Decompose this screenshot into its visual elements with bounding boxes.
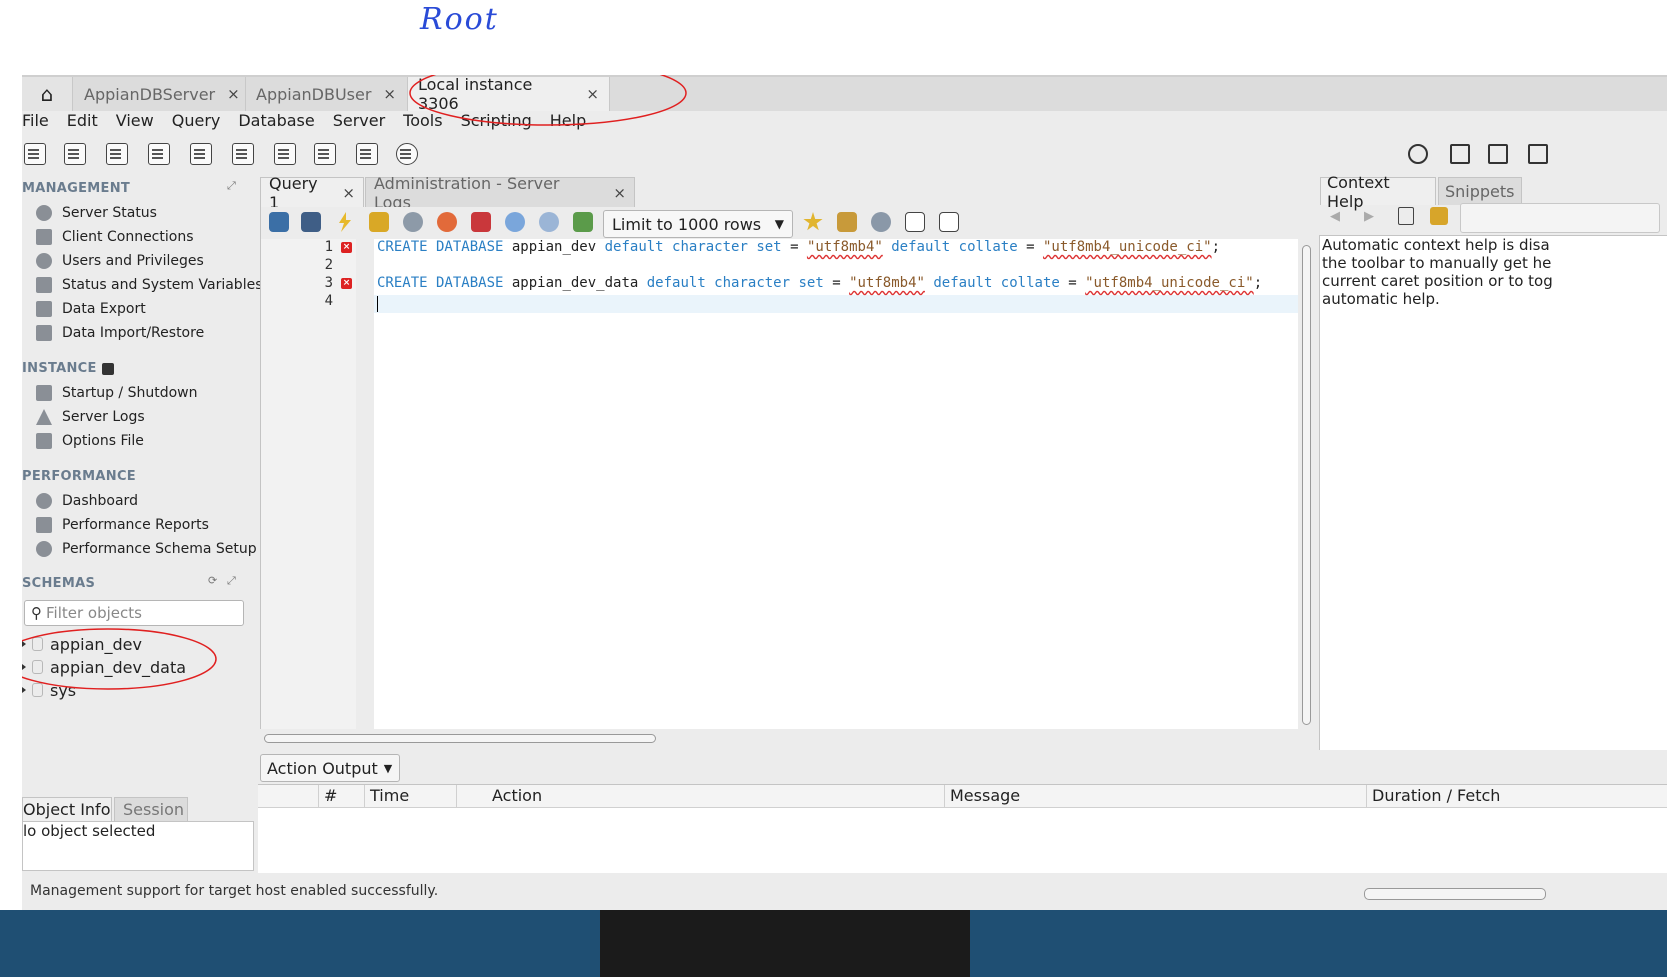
action-output-table: # Time Action Message Duration / Fetch: [258, 784, 1667, 873]
progress-indicator: [1364, 888, 1546, 900]
object-info-panel: lo object selected: [22, 821, 254, 871]
auto-help-icon[interactable]: [1430, 207, 1448, 225]
annotation-circle-tab: [409, 75, 687, 126]
os-taskbar: [0, 910, 1667, 977]
tab-query-1[interactable]: Query 1 ×: [260, 174, 364, 212]
code-line-3: CREATE DATABASE appian_dev_data default …: [377, 275, 1263, 291]
close-icon[interactable]: ×: [342, 184, 355, 202]
chevron-down-icon: ▼: [774, 217, 784, 231]
chevron-down-icon: ▼: [383, 761, 393, 775]
column-header-action[interactable]: Action: [492, 786, 542, 805]
tab-label: Administration - Server Logs: [374, 173, 560, 212]
line-number: 1: [324, 239, 333, 255]
execute-current-icon[interactable]: [369, 212, 389, 232]
error-marker-icon[interactable]: ×: [341, 242, 352, 253]
column-header-message[interactable]: Message: [950, 786, 1020, 805]
editor-toolbar: Limit to 1000 rows ▼: [260, 207, 1317, 239]
object-info-empty-text: lo object selected: [23, 822, 156, 840]
find-icon[interactable]: [871, 212, 891, 232]
column-separator: [944, 785, 945, 807]
status-message: Management support for target host enabl…: [30, 883, 439, 899]
beautify-icon[interactable]: [837, 212, 857, 232]
column-header-time[interactable]: Time: [370, 786, 409, 805]
tab-snippets[interactable]: Snippets: [1438, 177, 1522, 205]
line-number: 3: [324, 275, 333, 291]
tab-session[interactable]: Session: [114, 797, 188, 821]
annotation-circle-schemas: [22, 628, 217, 690]
save-icon[interactable]: [301, 212, 321, 232]
execute-icon[interactable]: [339, 212, 351, 232]
table-header: # Time Action Message Duration / Fetch: [258, 785, 1667, 808]
sql-editor[interactable]: 1 2 3 4 × × CREATE DATABASE appian_dev d…: [260, 239, 1299, 729]
tab-context-help[interactable]: Context Help: [1320, 173, 1436, 211]
invisible-chars-icon[interactable]: [905, 212, 925, 232]
current-line-highlight: [374, 295, 1299, 313]
column-separator: [364, 785, 365, 807]
add-snippet-star-icon[interactable]: [803, 212, 823, 231]
code-line-1: CREATE DATABASE appian_dev default chara…: [377, 239, 1220, 255]
editor-horizontal-scrollbar[interactable]: [260, 729, 1316, 749]
tab-server-logs[interactable]: Administration - Server Logs ×: [365, 174, 635, 212]
close-icon[interactable]: ×: [613, 184, 626, 202]
editor-vertical-scrollbar[interactable]: [1298, 239, 1316, 729]
column-header-duration[interactable]: Duration / Fetch: [1372, 786, 1500, 805]
output-type-label: Action Output: [267, 758, 378, 778]
line-gutter: [261, 239, 356, 729]
commit-icon[interactable]: [505, 212, 525, 232]
limit-rows-select[interactable]: Limit to 1000 rows ▼: [603, 210, 793, 238]
scrollbar-thumb[interactable]: [264, 734, 656, 743]
tab-label: Query 1: [269, 173, 318, 212]
column-header-number[interactable]: #: [324, 786, 337, 805]
word-wrap-icon[interactable]: [939, 212, 959, 232]
open-folder-icon[interactable]: [269, 212, 289, 232]
context-help-text: Automatic context help is disa the toolb…: [1322, 236, 1553, 308]
autocommit-icon[interactable]: [573, 212, 593, 232]
manual-help-icon[interactable]: [1398, 207, 1414, 225]
taskbar-window-button[interactable]: [600, 910, 970, 977]
scrollbar-thumb[interactable]: [1302, 245, 1311, 725]
back-arrow-icon[interactable]: ◀: [1330, 209, 1340, 224]
output-type-select[interactable]: Action Output ▼: [260, 754, 400, 782]
column-separator: [456, 785, 457, 807]
forward-arrow-icon[interactable]: ▶: [1364, 209, 1374, 224]
error-marker-icon[interactable]: ×: [341, 278, 352, 289]
annotation-root-text: Root: [420, 2, 499, 37]
line-number: 2: [324, 257, 333, 273]
text-caret: [377, 296, 378, 312]
stop-on-error-icon[interactable]: [471, 212, 491, 232]
column-separator: [1366, 785, 1367, 807]
fold-gutter: [356, 239, 374, 729]
topic-select[interactable]: [1460, 203, 1660, 233]
rollback-icon[interactable]: [539, 212, 559, 232]
limit-rows-value: Limit to 1000 rows: [612, 214, 762, 234]
workbench-window: ⌂ AppianDBServer × AppianDBUser × Local …: [22, 75, 1667, 977]
line-number: 4: [324, 293, 333, 309]
stop-icon[interactable]: [437, 212, 457, 232]
explain-icon[interactable]: [403, 212, 423, 232]
context-help-panel: Automatic context help is disa the toolb…: [1319, 235, 1667, 750]
column-separator: [318, 785, 319, 807]
tab-object-info[interactable]: Object Info: [22, 797, 112, 821]
context-help-toolbar: ◀ ▶: [1320, 203, 1667, 235]
status-bar: Management support for target host enabl…: [22, 880, 1667, 902]
